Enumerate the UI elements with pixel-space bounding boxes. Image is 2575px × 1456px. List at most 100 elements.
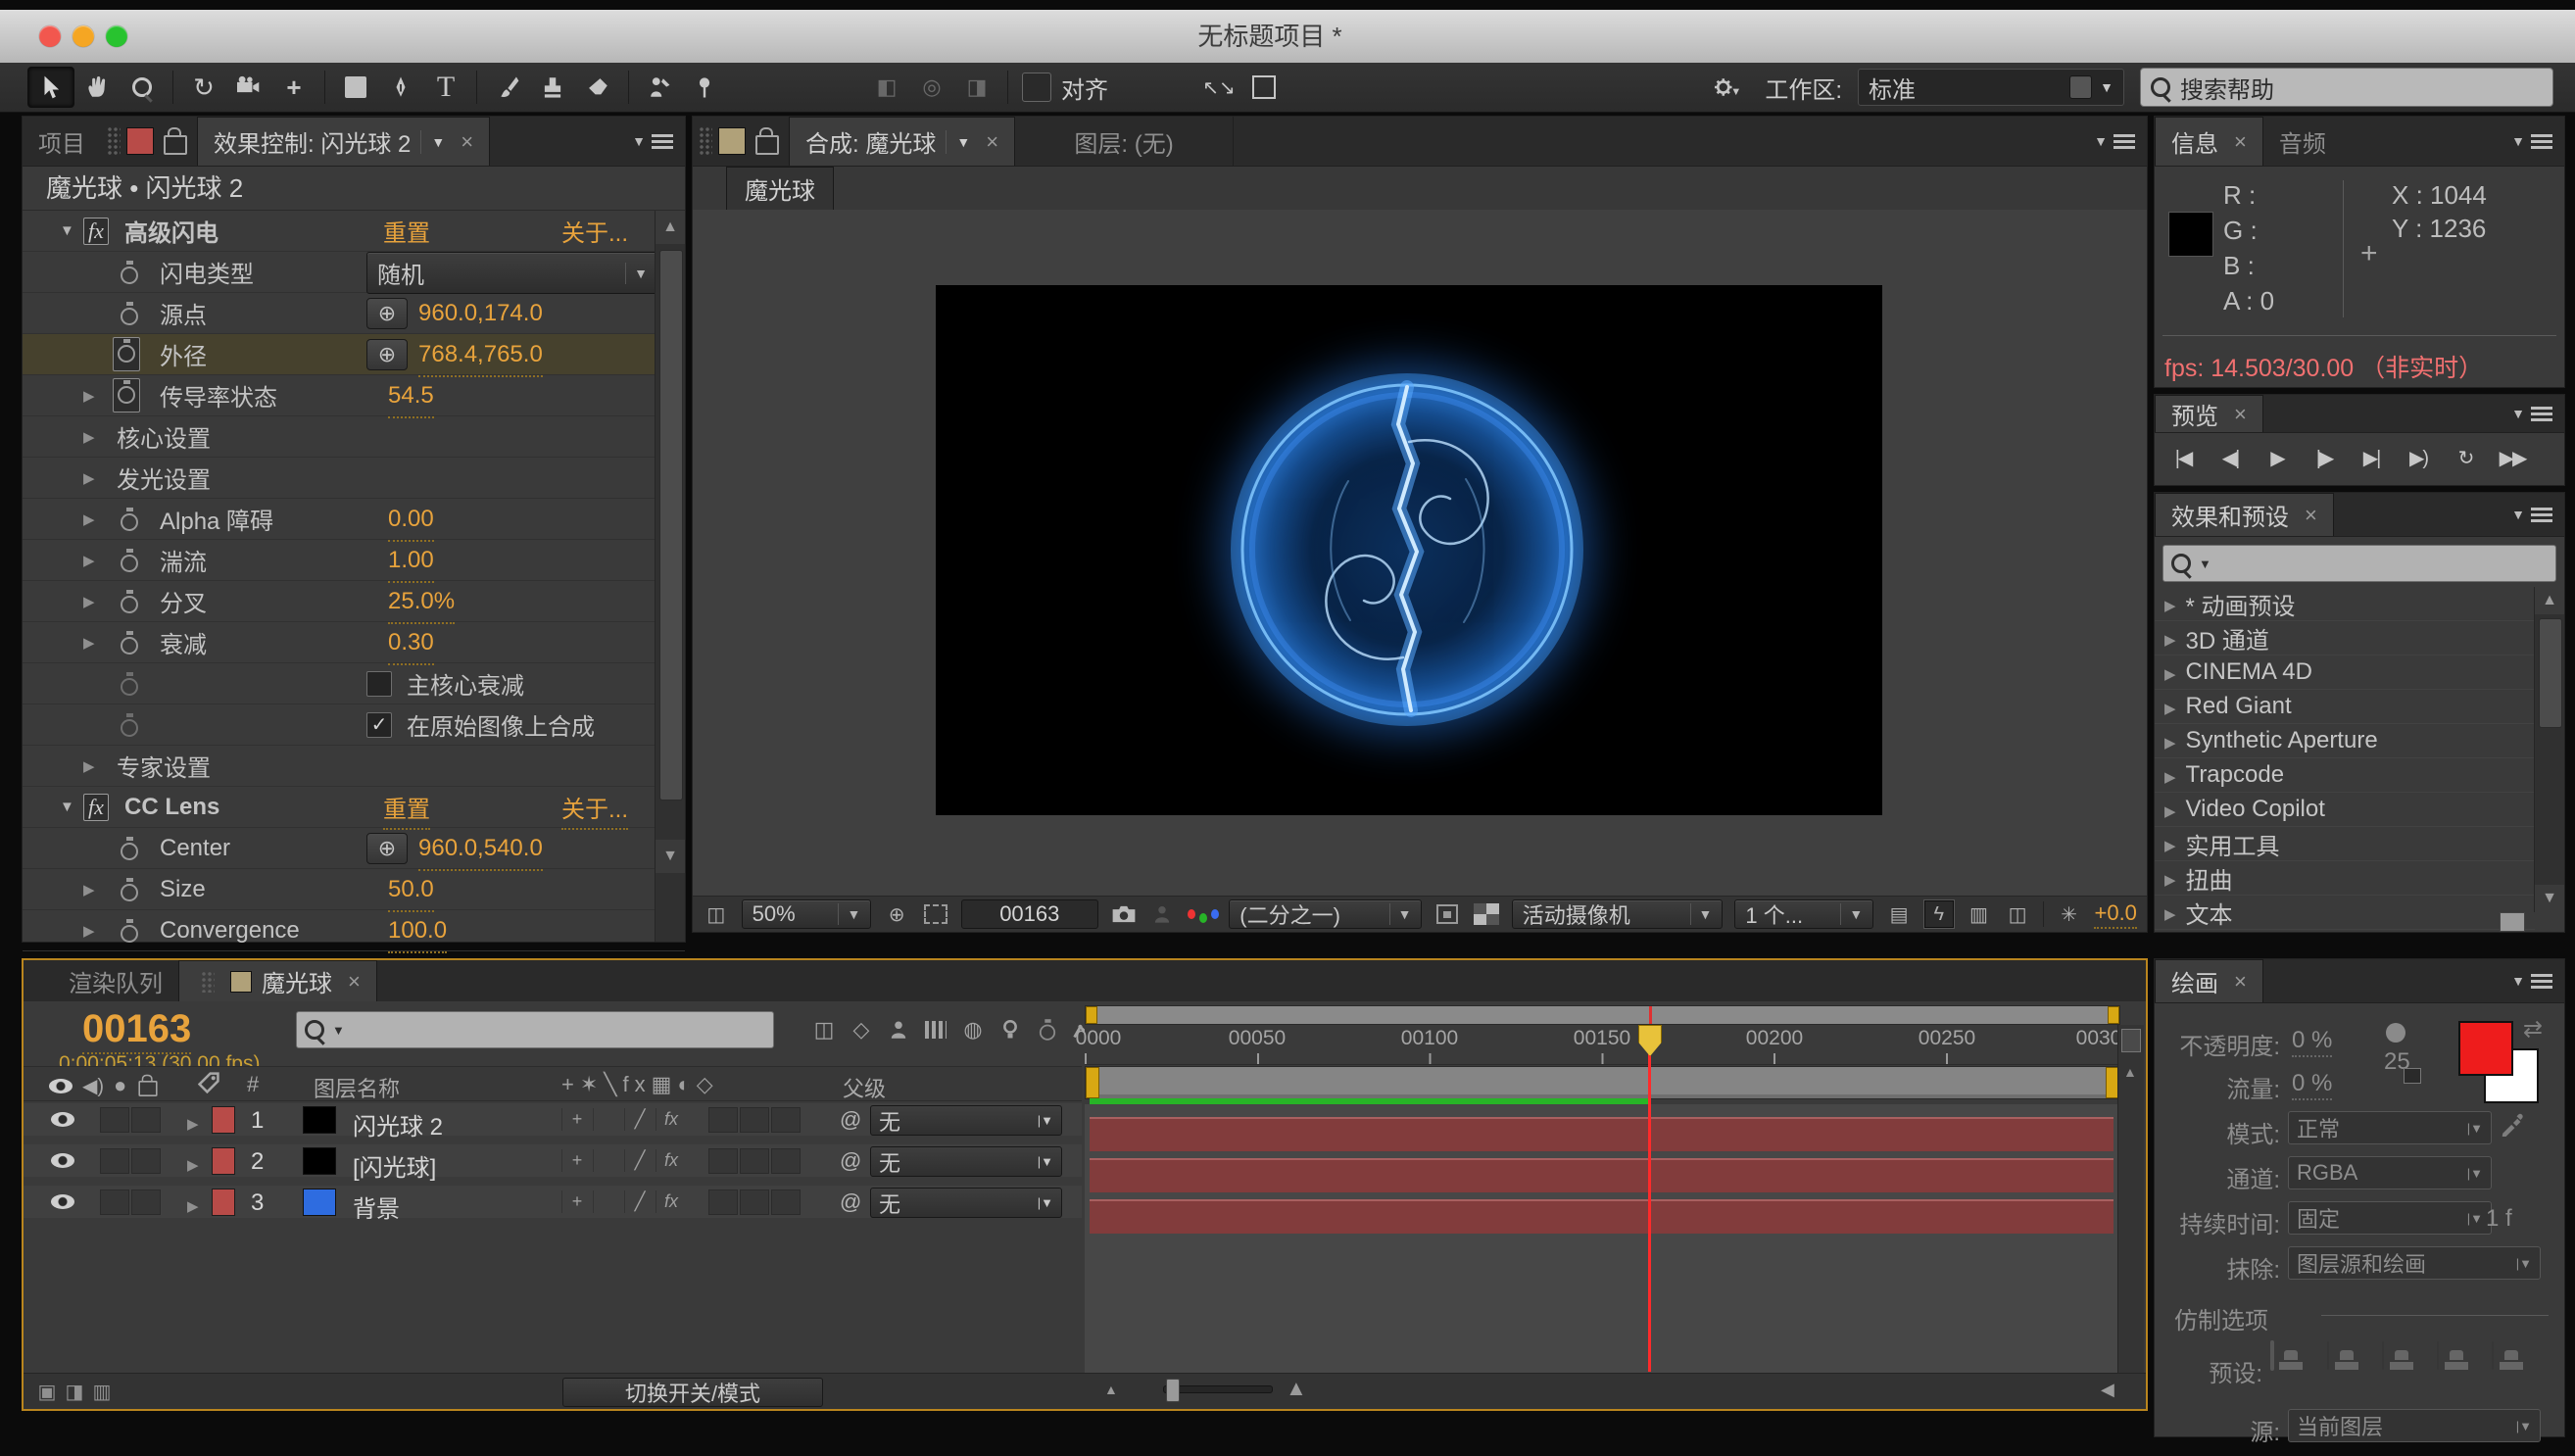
zoom-in-mountain-icon[interactable]: ▲ bbox=[1286, 1376, 1307, 1401]
property-row-convergence[interactable]: Convergence 100.0 bbox=[23, 910, 685, 951]
effects-switch-icon[interactable]: fx bbox=[656, 1149, 686, 1172]
effects-switch-icon[interactable]: fx bbox=[656, 1190, 686, 1213]
hide-shy-layers-icon[interactable] bbox=[882, 1015, 915, 1044]
clone-stamp-tool[interactable] bbox=[530, 68, 575, 107]
close-tab-icon[interactable]: × bbox=[348, 969, 361, 995]
stopwatch-icon[interactable] bbox=[116, 338, 137, 364]
work-area-start-handle[interactable] bbox=[1086, 1067, 1099, 1098]
tab-effect-controls[interactable]: 效果控制: 闪光球 2 ▼ × bbox=[197, 117, 490, 166]
switch-cell[interactable] bbox=[593, 1149, 623, 1172]
parent-pickwhip-icon[interactable]: @ bbox=[840, 1107, 861, 1133]
parent-pickwhip-icon[interactable]: @ bbox=[840, 1189, 861, 1215]
parent-dropdown[interactable]: 无|▼ bbox=[870, 1188, 1062, 1218]
property-value[interactable]: 50.0 bbox=[388, 869, 434, 912]
property-row-turbulence[interactable]: 湍流 1.00 bbox=[23, 540, 685, 581]
panel-menu-icon[interactable]: ▼ bbox=[2511, 959, 2564, 1002]
stopwatch-icon[interactable] bbox=[119, 877, 140, 902]
view-count-dropdown[interactable]: 1 个...▼ bbox=[1734, 899, 1873, 929]
property-row-decay[interactable]: 衰减 0.30 bbox=[23, 622, 685, 663]
toggle-switches-modes-button[interactable]: 切换开关/模式 bbox=[562, 1378, 823, 1407]
duration-frames-value[interactable]: 1 f bbox=[2486, 1205, 2512, 1233]
category-3d-channel[interactable]: 3D 通道 bbox=[2155, 621, 2535, 655]
tab-info[interactable]: 信息× bbox=[2155, 117, 2263, 166]
property-value[interactable]: 100.0 bbox=[388, 910, 447, 953]
stopwatch-icon[interactable] bbox=[119, 301, 140, 326]
flow-value[interactable]: 0 % bbox=[2292, 1070, 2332, 1100]
resolution-dropdown[interactable]: (二分之一)▼ bbox=[1229, 899, 1422, 929]
reset-exposure-icon[interactable]: ✳ bbox=[2056, 901, 2083, 927]
tab-preview[interactable]: 预览× bbox=[2155, 395, 2263, 432]
puppet-pin-tool[interactable] bbox=[682, 68, 727, 107]
layer-name[interactable]: [闪光球] bbox=[353, 1148, 436, 1183]
tab-render-queue[interactable]: 渲染队列 bbox=[53, 960, 178, 1001]
ram-preview-button[interactable]: ▶▶ bbox=[2492, 441, 2533, 474]
layer-name[interactable]: 背景 bbox=[353, 1189, 400, 1224]
clone-preset-5-button[interactable] bbox=[2492, 1341, 2494, 1370]
layer-bar-2[interactable] bbox=[1090, 1158, 2113, 1192]
composition-viewport[interactable] bbox=[693, 210, 2147, 897]
property-row-forking[interactable]: 分叉 25.0% bbox=[23, 581, 685, 622]
timeline-navigator-bar[interactable] bbox=[1085, 1005, 2120, 1025]
stopwatch-icon[interactable] bbox=[119, 507, 140, 532]
layer-label-chip[interactable] bbox=[212, 1106, 235, 1134]
next-frame-button[interactable]: |▶ bbox=[2304, 441, 2345, 474]
stopwatch-icon[interactable] bbox=[119, 260, 140, 285]
stopwatch-icon[interactable] bbox=[119, 836, 140, 861]
lock-icon[interactable] bbox=[164, 135, 187, 155]
scroll-down-icon[interactable]: ▼ bbox=[656, 840, 685, 873]
expand-layer-icon[interactable] bbox=[187, 1108, 199, 1136]
swap-colors-icon[interactable]: ⇄ bbox=[2523, 1015, 2543, 1043]
close-tab-icon[interactable]: × bbox=[2305, 503, 2317, 528]
comp-mini-flowchart-icon[interactable]: ◫ bbox=[807, 1015, 841, 1044]
loop-button[interactable]: ↻ bbox=[2445, 441, 2486, 474]
opacity-value[interactable]: 0 % bbox=[2292, 1027, 2332, 1057]
panel-menu-icon[interactable]: ▼ bbox=[2511, 395, 2564, 432]
eyedropper-icon[interactable] bbox=[2500, 1111, 2525, 1143]
vertical-scrollbar[interactable]: ▲ ▼ bbox=[2534, 587, 2564, 912]
selection-tool[interactable] bbox=[27, 67, 74, 108]
workspace-gear-icon[interactable] bbox=[1704, 68, 1749, 107]
foreground-color-swatch[interactable] bbox=[2458, 1021, 2513, 1076]
layer-row-2[interactable]: 2 [闪光球] + ╱ fx @ 无|▼ bbox=[24, 1144, 1082, 1177]
expand-inout-panes-icon[interactable]: ▥ bbox=[88, 1379, 116, 1404]
transparency-grid-icon[interactable] bbox=[1473, 901, 1500, 927]
view-layout-icon[interactable]: ◫ bbox=[703, 901, 730, 927]
checkbox-row-composite-on-original[interactable]: ✓ 在原始图像上合成 bbox=[23, 704, 685, 746]
stopwatch-icon[interactable] bbox=[119, 630, 140, 655]
about-link[interactable]: 关于... bbox=[561, 211, 628, 254]
hand-tool[interactable] bbox=[74, 68, 120, 107]
layer-label-chip[interactable] bbox=[212, 1147, 235, 1175]
camera-tool[interactable] bbox=[226, 68, 271, 107]
effects-search-input[interactable]: ▼ bbox=[2162, 545, 2556, 582]
scroll-up-icon[interactable]: ▲ bbox=[2123, 1064, 2137, 1080]
work-area-bar[interactable] bbox=[1085, 1066, 2120, 1099]
parent-pickwhip-icon[interactable]: @ bbox=[840, 1148, 861, 1174]
category-utility[interactable]: 实用工具 bbox=[2155, 827, 2535, 861]
category-trapcode[interactable]: Trapcode bbox=[2155, 758, 2535, 793]
panel-color-swatch[interactable] bbox=[718, 127, 746, 155]
help-search-input[interactable]: 搜索帮助 bbox=[2140, 68, 2553, 107]
fast-preview-icon[interactable]: ϟ bbox=[1924, 900, 1954, 928]
lightning-type-dropdown[interactable]: 随机 ▼ bbox=[366, 252, 658, 294]
property-value[interactable]: 54.5 bbox=[388, 375, 434, 418]
brush-tool[interactable] bbox=[485, 68, 530, 107]
show-snapshot-icon[interactable] bbox=[1149, 901, 1177, 927]
checkbox-checked[interactable]: ✓ bbox=[366, 712, 392, 738]
frame-blending-icon[interactable] bbox=[919, 1015, 952, 1044]
stopwatch-icon[interactable] bbox=[119, 589, 140, 614]
new-preset-icon[interactable] bbox=[2500, 912, 2525, 932]
timeline-icon[interactable]: ▥ bbox=[1966, 901, 1993, 927]
layer-visibility-icon[interactable] bbox=[51, 1112, 74, 1127]
default-colors-icon[interactable] bbox=[2404, 1068, 2421, 1084]
tab-composition[interactable]: 合成: 魔光球 ▼ × bbox=[789, 117, 1015, 166]
panel-menu-icon[interactable]: ▼ bbox=[2511, 493, 2564, 536]
property-row-alpha-obstacle[interactable]: Alpha 障碍 0.00 bbox=[23, 499, 685, 540]
rotation-tool[interactable]: ↻ bbox=[181, 68, 226, 107]
group-row-expert-settings[interactable]: 专家设置 bbox=[23, 746, 685, 787]
close-tab-icon[interactable]: × bbox=[461, 129, 473, 155]
property-row-center[interactable]: Center ⊕ 960.0,540.0 bbox=[23, 828, 685, 869]
track-area[interactable] bbox=[1085, 1104, 2118, 1374]
zoom-out-mountain-icon[interactable]: ▲ bbox=[1104, 1382, 1118, 1397]
axis-mode-view-icon[interactable]: ◨ bbox=[954, 68, 999, 107]
tab-effects-presets[interactable]: 效果和预设× bbox=[2155, 493, 2334, 536]
